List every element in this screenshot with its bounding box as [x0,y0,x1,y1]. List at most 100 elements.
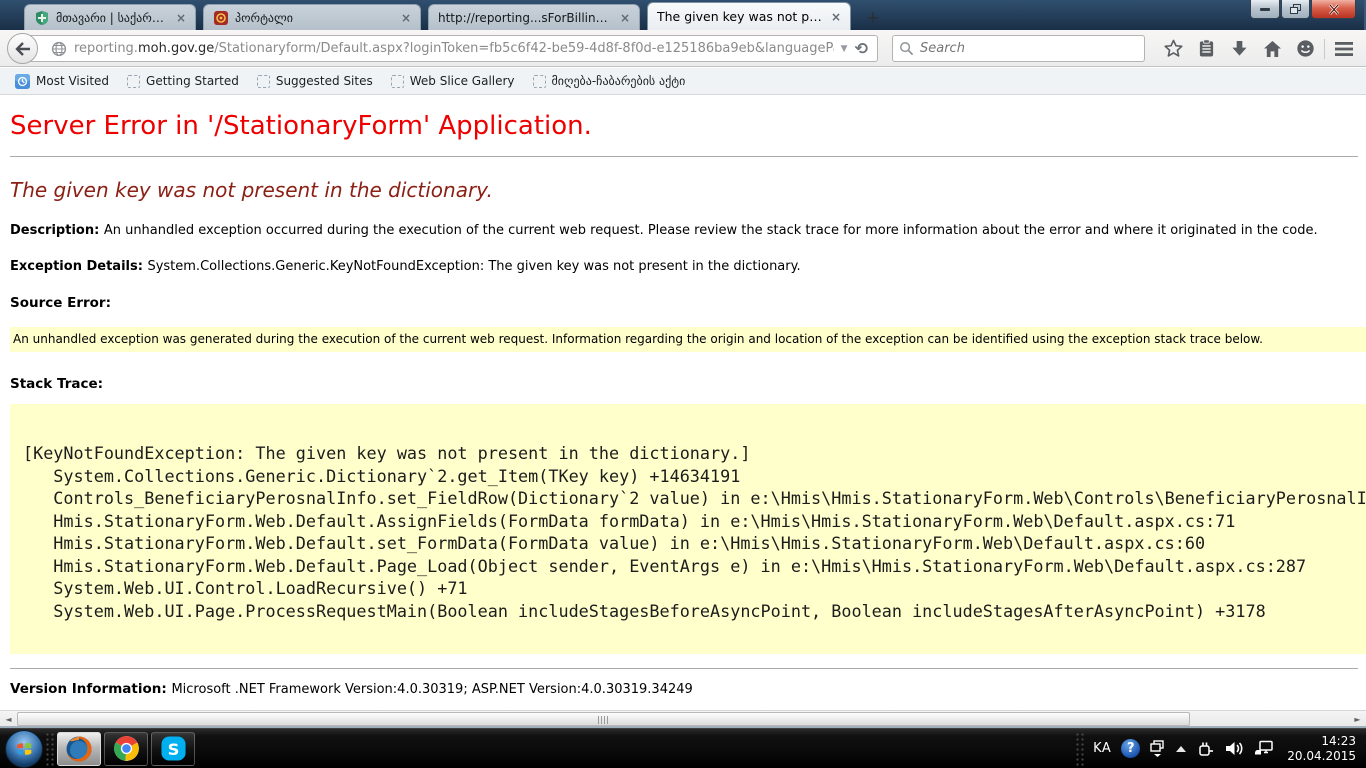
taskbar-firefox-button[interactable] [57,732,101,766]
tab-error-page-active[interactable]: The given key was not present i... × [647,2,851,30]
language-indicator[interactable]: KA [1093,741,1111,756]
tab-close-icon[interactable]: × [619,11,631,25]
bookmark-getting-started[interactable]: Getting Started [118,72,248,90]
tab-reporting[interactable]: http://reporting...sForBilling.aspx × [428,4,640,30]
network-icon[interactable] [1254,740,1273,757]
scroll-right-arrow[interactable]: ► [1349,711,1366,727]
horizontal-scrollbar[interactable]: ◄ ► [0,710,1366,726]
exception-details-label: Exception Details: [10,259,147,274]
tab-mtavari[interactable]: მთავარი | საქართველოს... × [24,4,196,30]
description-paragraph: Description: An unhandled exception occu… [10,223,1366,238]
hello-smiley-icon[interactable] [1289,39,1322,58]
system-tray: KA ? [1073,729,1366,768]
tab-label: პორტალი [235,11,293,25]
stack-trace-text: [KeyNotFoundException: The given key was… [23,442,1366,622]
reload-icon[interactable]: ⟲ [855,39,877,58]
stack-trace-label: Stack Trace: [10,376,1366,392]
tab-label: მთავარი | საქართველოს... [56,11,169,25]
help-tray-icon[interactable]: ? [1121,739,1140,758]
volume-icon[interactable] [1225,740,1244,757]
tray-date: 20.04.2015 [1287,749,1356,764]
bookmark-label: Web Slice Gallery [410,74,515,88]
tab-close-icon[interactable]: × [830,10,842,24]
taskbar: S KA ? [0,728,1366,768]
chrome-icon [113,735,140,762]
menu-hamburger-icon[interactable] [1327,42,1360,56]
toolbar-icons [1157,35,1360,62]
bookmark-web-slice-gallery[interactable]: Web Slice Gallery [382,72,524,90]
version-text: Microsoft .NET Framework Version:4.0.303… [171,682,692,697]
restore-button[interactable] [1281,0,1310,19]
tab-close-icon[interactable]: × [175,11,187,25]
firefox-icon [65,735,93,763]
tab-bar: მთავარი | საქართველოს... × პორტალი × htt… [0,0,1366,30]
exception-details-text: System.Collections.Generic.KeyNotFoundEx… [147,259,800,274]
page-content: Server Error in '/StationaryForm' Applic… [0,96,1366,710]
exception-details-paragraph: Exception Details: System.Collections.Ge… [10,259,1366,274]
show-hidden-icons-arrow[interactable] [1175,745,1187,753]
divider [10,668,1358,669]
toolbar-separator [1324,39,1325,59]
version-information: Version Information: Microsoft .NET Fram… [10,681,1366,697]
tab-close-icon[interactable]: × [400,11,412,25]
svg-text:S: S [167,740,179,759]
search-input[interactable] [920,41,1120,56]
bookmark-label: მიღება-ჩაბარების აქტი [552,74,686,88]
close-icon [1328,4,1340,15]
tray-time: 14:23 [1287,734,1356,749]
stack-trace-box: [KeyNotFoundException: The given key was… [10,404,1366,654]
start-button[interactable] [5,730,43,768]
tab-portali[interactable]: პორტალი × [203,4,421,30]
tray-clock[interactable]: 14:23 20.04.2015 [1287,734,1356,764]
power-plug-icon[interactable] [1197,740,1215,758]
bookmark-most-visited[interactable]: Most Visited [6,72,118,91]
search-icon [899,41,914,56]
tabs-strip: მთავარი | საქართველოს... × პორტალი × htt… [24,3,886,30]
taskbar-grip [45,732,55,766]
bookmark-label: Suggested Sites [276,74,373,88]
close-button[interactable] [1311,0,1356,19]
minimize-button[interactable] [1250,0,1280,19]
new-tab-button[interactable]: + [860,7,886,29]
divider [10,156,1358,157]
placeholder-favicon-icon [391,75,404,88]
source-error-box: An unhandled exception was generated dur… [10,327,1366,352]
window-controls [1249,0,1356,19]
search-box[interactable] [892,35,1145,62]
description-label: Description: [10,223,104,238]
restore-window-tray-icon[interactable] [1150,740,1165,758]
tab-favicon-green-emblem [34,10,50,26]
navigation-toolbar: reporting.moh.gov.ge/Stationaryform/Defa… [0,30,1366,67]
error-page-title: Server Error in '/StationaryForm' Applic… [10,111,1366,141]
url-bar[interactable]: reporting.moh.gov.ge/Stationaryform/Defa… [24,35,878,62]
placeholder-favicon-icon [127,75,140,88]
url-dropdown-icon[interactable]: ▼ [834,44,855,54]
error-page-subtitle: The given key was not present in the dic… [10,178,1366,202]
most-visited-icon [15,74,30,89]
tab-label: http://reporting...sForBilling.aspx [438,11,613,25]
home-icon[interactable] [1256,40,1289,58]
scrollbar-thumb[interactable] [17,712,1190,726]
taskbar-skype-button[interactable]: S [151,732,195,766]
url-domain: moh.gov.ge [138,41,214,56]
globe-icon [51,41,67,57]
scroll-left-arrow[interactable]: ◄ [0,711,17,727]
back-arrow-icon [15,42,31,56]
clipboard-icon[interactable] [1190,39,1223,58]
back-button[interactable] [7,33,38,64]
taskbar-chrome-button[interactable] [104,732,148,766]
url-text: reporting.moh.gov.ge/Stationaryform/Defa… [74,41,834,56]
description-text: An unhandled exception occurred during t… [104,223,1318,238]
version-label: Version Information: [10,681,171,697]
screen: მთავარი | საქართველოს... × პორტალი × htt… [0,0,1366,768]
bookmarks-toolbar: Most Visited Getting Started Suggested S… [0,68,1366,95]
bookmark-label: Getting Started [146,74,239,88]
tray-grip [1075,732,1085,766]
tab-favicon-red-emblem [213,10,229,26]
bookmark-suggested-sites[interactable]: Suggested Sites [248,72,382,90]
bookmark-star-icon[interactable] [1157,39,1190,58]
scrollbar-grip [598,716,610,724]
downloads-icon[interactable] [1223,40,1256,58]
windows-logo-icon [13,738,35,760]
bookmark-migheba-chabarebis-akti[interactable]: მიღება-ჩაბარების აქტი [524,72,695,90]
